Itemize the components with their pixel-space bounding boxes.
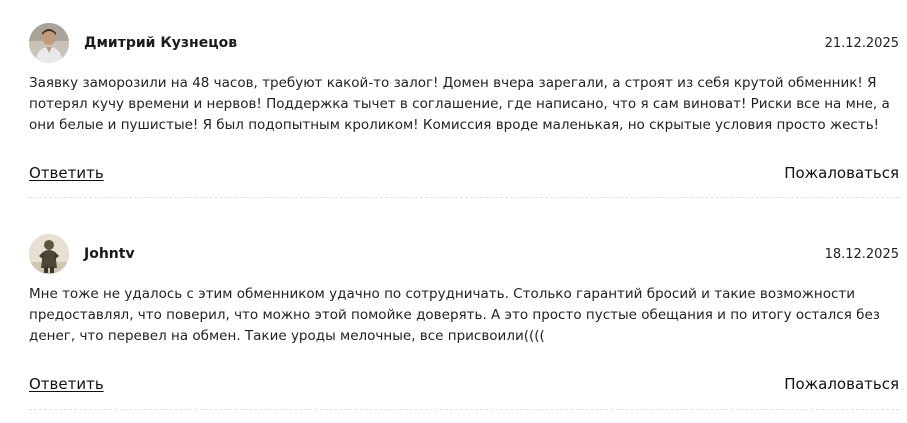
comment-item: Дмитрий Кузнецов 21.12.2025 Заявку замор… (29, 23, 899, 198)
user-photo-icon (29, 234, 69, 274)
comment-actions: Ответить Пожаловаться (29, 375, 899, 397)
report-link[interactable]: Пожаловаться (784, 164, 899, 182)
divider (29, 409, 899, 410)
comment-date: 21.12.2025 (824, 36, 899, 51)
report-link[interactable]: Пожаловаться (784, 375, 899, 393)
comment-date: 18.12.2025 (824, 247, 899, 262)
reply-link[interactable]: Ответить (29, 164, 104, 182)
comment-text: Мне тоже не удалось с этим обменником уд… (29, 286, 880, 344)
divider (29, 197, 899, 198)
comment-author: Johntv (84, 246, 135, 262)
user-photo-icon (29, 23, 69, 63)
comment-header: Johntv 18.12.2025 (29, 234, 899, 276)
comment-item: Johntv 18.12.2025 Мне тоже не удалось с … (29, 234, 899, 410)
comment-author: Дмитрий Кузнецов (84, 35, 238, 51)
comment-text: Заявку заморозили на 48 часов, требуют к… (29, 75, 890, 133)
reply-link[interactable]: Ответить (29, 375, 104, 393)
comment-header: Дмитрий Кузнецов 21.12.2025 (29, 23, 899, 65)
comment-actions: Ответить Пожаловаться (29, 164, 899, 186)
